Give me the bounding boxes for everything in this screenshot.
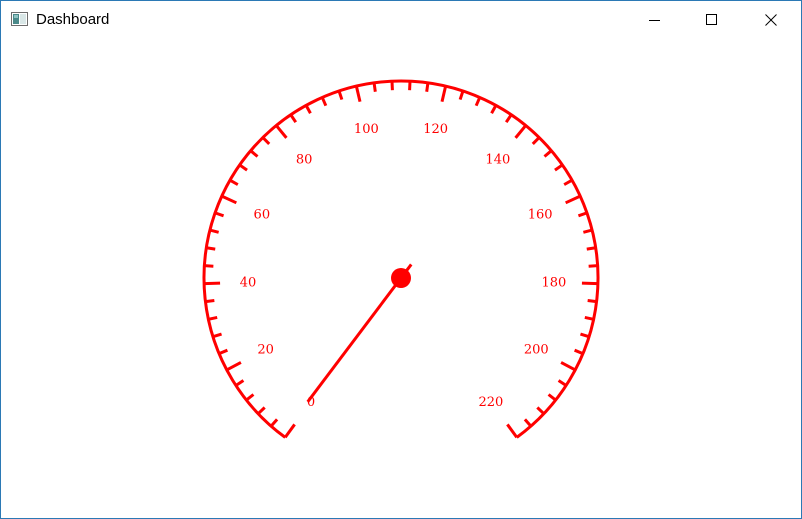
gauge-major-tick xyxy=(354,85,362,103)
gauge-major-tick xyxy=(275,124,288,139)
gauge-minor-tick xyxy=(582,228,593,234)
gauge-tick-label: 160 xyxy=(528,207,553,222)
gauge-minor-tick xyxy=(586,246,596,251)
gauge-minor-tick xyxy=(577,211,588,218)
gauge-minor-tick xyxy=(229,178,239,186)
gauge-tick-label: 40 xyxy=(240,275,257,290)
window-title: Dashboard xyxy=(36,11,110,28)
gauge-minor-tick xyxy=(531,136,541,145)
gauge-minor-tick xyxy=(214,211,225,218)
speedometer-gauge: 020406080100 120140160180200220 xyxy=(202,79,600,439)
title-bar[interactable]: Dashboard xyxy=(1,1,801,39)
gauge-minor-tick xyxy=(523,418,532,428)
gauge-major-tick xyxy=(221,194,237,205)
gauge-minor-tick xyxy=(490,104,498,114)
gauge-minor-tick xyxy=(458,90,465,101)
app-window-icon xyxy=(11,12,28,26)
gauge-minor-tick xyxy=(204,264,214,268)
gauge-major-tick xyxy=(514,124,527,139)
gauge-tick-label: 80 xyxy=(296,153,313,168)
gauge-minor-tick xyxy=(557,379,567,387)
gauge-tick-label: 60 xyxy=(254,207,271,222)
gauge-major-tick xyxy=(440,85,448,103)
gauge-tick-label: 200 xyxy=(524,342,549,357)
maximize-button[interactable] xyxy=(689,1,735,39)
gauge-tick-label: 180 xyxy=(542,275,567,290)
gauge-minor-tick xyxy=(261,136,271,145)
gauge-tick-label: 120 xyxy=(423,122,448,137)
gauge-minor-tick xyxy=(372,82,377,92)
gauge-minor-tick xyxy=(304,104,312,114)
gauge-major-tick xyxy=(506,423,519,439)
gauge-minor-tick xyxy=(245,393,255,402)
gauge-minor-tick xyxy=(320,96,328,107)
gauge-major-tick xyxy=(560,361,576,372)
gauge-minor-tick xyxy=(209,228,220,234)
minimize-button[interactable] xyxy=(632,1,678,39)
gauge-minor-tick xyxy=(238,163,248,172)
gauge-minor-tick xyxy=(249,149,259,158)
close-button[interactable] xyxy=(748,1,794,39)
gauge-minor-tick xyxy=(584,315,594,321)
gauge-minor-tick xyxy=(563,178,573,186)
dashboard-client-area: 0 20 40 60 80 100 120 140 160 180 200 220 xyxy=(1,39,801,518)
gauge-major-tick xyxy=(283,423,296,439)
gauge-minor-tick xyxy=(337,90,344,101)
gauge-minor-tick xyxy=(504,113,513,124)
gauge-major-tick xyxy=(226,361,242,372)
gauge-minor-tick xyxy=(270,418,279,428)
dashboard-window: Dashboard 0 20 40 60 80 100 120 140 160 180 200 220 xyxy=(0,0,802,519)
gauge-minor-tick xyxy=(554,163,564,172)
gauge-minor-tick xyxy=(474,96,482,107)
gauge-tick-label: 20 xyxy=(257,342,274,357)
gauge-minor-tick xyxy=(580,332,590,339)
close-icon xyxy=(765,14,777,26)
gauge-minor-tick xyxy=(543,149,553,158)
gauge-minor-tick xyxy=(547,393,557,402)
gauge-minor-tick xyxy=(208,315,218,321)
gauge-minor-tick xyxy=(587,299,597,304)
gauge-needle-hub xyxy=(391,268,411,288)
gauge-major-tick xyxy=(565,194,581,205)
gauge-tick-label: 140 xyxy=(485,153,510,168)
gauge-minor-tick xyxy=(205,299,215,304)
gauge-tick-label: 100 xyxy=(354,122,379,137)
gauge-minor-tick xyxy=(425,82,430,92)
gauge-minor-tick xyxy=(588,264,598,268)
gauge-tick-label: 220 xyxy=(479,395,504,410)
gauge-minor-tick xyxy=(206,246,216,251)
gauge-minor-tick xyxy=(257,406,266,415)
minimize-icon xyxy=(649,20,660,21)
gauge-minor-tick xyxy=(289,113,298,124)
gauge-minor-tick xyxy=(235,379,245,387)
gauge-minor-tick xyxy=(536,406,545,415)
maximize-icon xyxy=(706,14,717,25)
gauge-outer-arc xyxy=(202,79,600,439)
gauge-minor-tick xyxy=(574,348,584,356)
gauge-minor-tick xyxy=(218,348,228,356)
gauge-minor-tick xyxy=(212,332,222,339)
